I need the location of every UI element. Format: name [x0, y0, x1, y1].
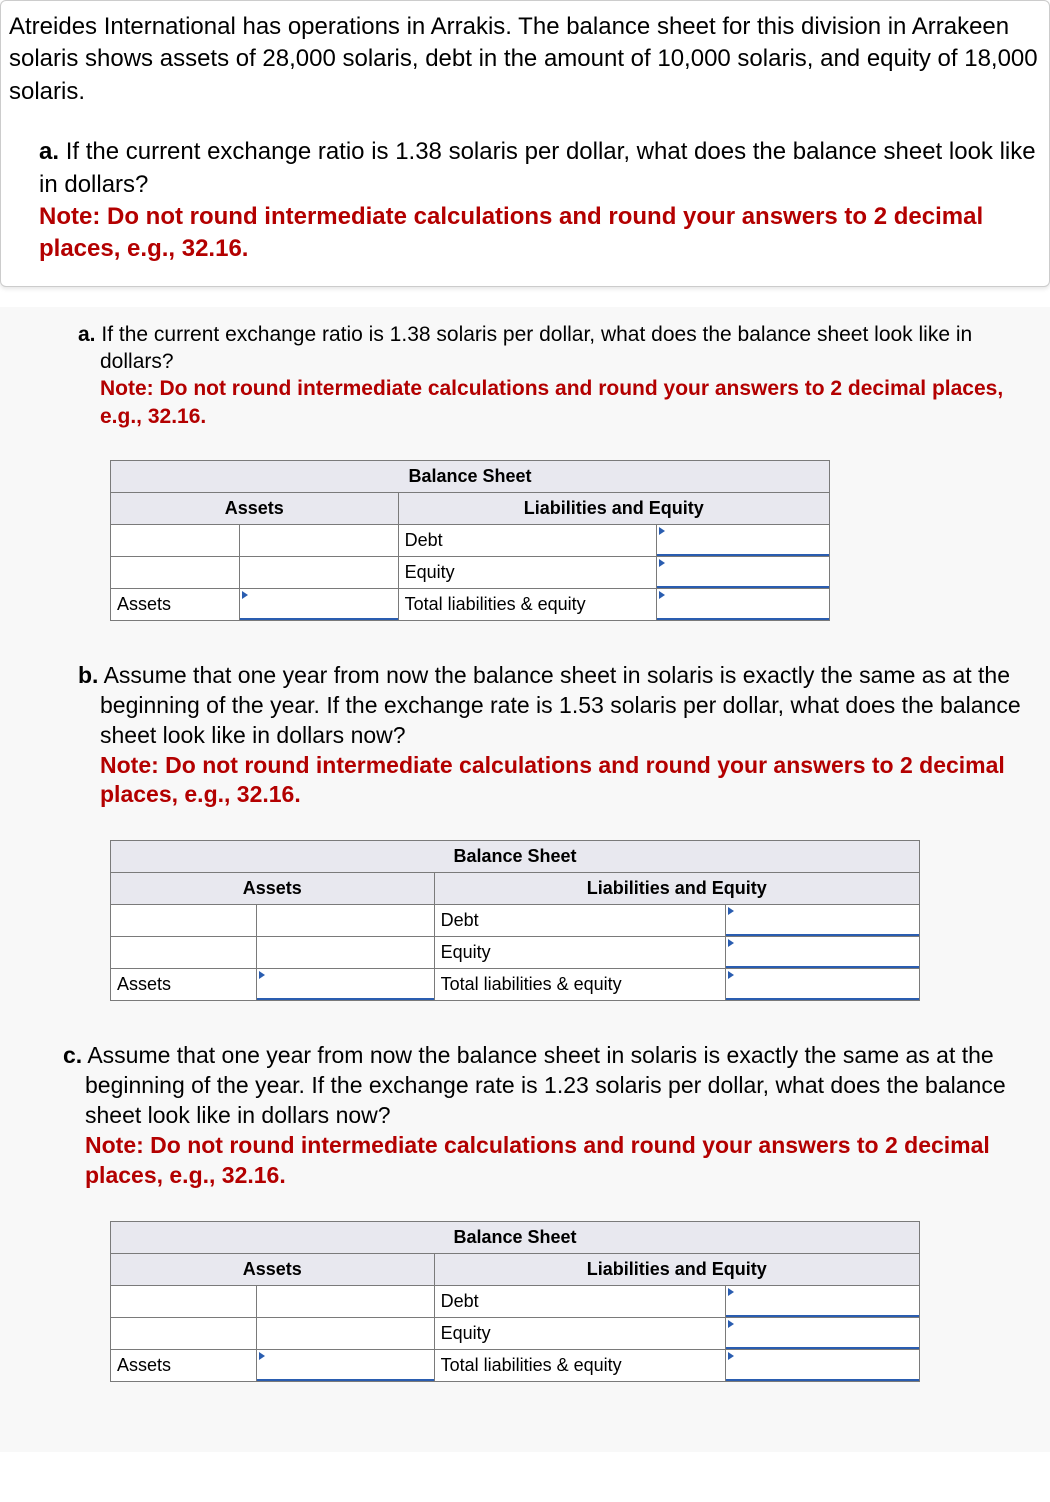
assets-input-c[interactable]	[256, 1349, 434, 1381]
subquestion-c: c. Assume that one year from now the bal…	[10, 1041, 1040, 1190]
total-input-a[interactable]	[657, 588, 830, 620]
table-row: Equity	[111, 1317, 920, 1349]
balance-sheet-table-c: Balance Sheet Assets Liabilities and Equ…	[110, 1221, 920, 1382]
table-row: Debt	[111, 1285, 920, 1317]
equity-label: Equity	[434, 1317, 725, 1349]
assets-row-label: Assets	[111, 969, 257, 1001]
answer-section: a. If the current exchange ratio is 1.38…	[0, 307, 1050, 1452]
question-note: Note: Do not round intermediate calculat…	[100, 377, 1003, 427]
total-label: Total liabilities & equity	[434, 1349, 725, 1381]
empty-cell	[256, 1317, 434, 1349]
liabilities-header: Liabilities and Equity	[398, 492, 829, 524]
empty-cell	[111, 1317, 257, 1349]
question-note: Note: Do not round intermediate calculat…	[39, 203, 983, 262]
table-row: Debt	[111, 905, 920, 937]
empty-cell	[111, 556, 240, 588]
top-question-a: a. If the current exchange ratio is 1.38…	[9, 136, 1041, 266]
balance-sheet-a-wrap: Balance Sheet Assets Liabilities and Equ…	[10, 460, 1040, 621]
equity-label: Equity	[398, 556, 657, 588]
balance-sheet-b-wrap: Balance Sheet Assets Liabilities and Equ…	[10, 840, 1040, 1001]
empty-cell	[240, 524, 398, 556]
subquestion-b: b. Assume that one year from now the bal…	[10, 661, 1040, 810]
equity-input-a[interactable]	[657, 556, 830, 588]
question-letter: b.	[78, 662, 98, 688]
empty-cell	[256, 905, 434, 937]
empty-cell	[256, 937, 434, 969]
question-text: If the current exchange ratio is 1.38 so…	[100, 323, 972, 373]
intro-paragraph: Atreides International has operations in…	[9, 11, 1041, 108]
debt-label: Debt	[398, 524, 657, 556]
question-text: Assume that one year from now the balanc…	[100, 662, 1021, 748]
debt-input-b[interactable]	[725, 905, 919, 937]
balance-sheet-table-a: Balance Sheet Assets Liabilities and Equ…	[110, 460, 830, 621]
total-label: Total liabilities & equity	[398, 588, 657, 620]
table-title: Balance Sheet	[111, 1221, 920, 1253]
equity-label: Equity	[434, 937, 725, 969]
table-row: Assets Total liabilities & equity	[111, 969, 920, 1001]
liabilities-header: Liabilities and Equity	[434, 873, 919, 905]
assets-row-label: Assets	[111, 588, 240, 620]
question-letter: c.	[63, 1042, 82, 1068]
equity-input-b[interactable]	[725, 937, 919, 969]
table-title: Balance Sheet	[111, 460, 830, 492]
liabilities-header: Liabilities and Equity	[434, 1253, 919, 1285]
empty-cell	[111, 1285, 257, 1317]
empty-cell	[111, 905, 257, 937]
total-input-c[interactable]	[725, 1349, 919, 1381]
assets-row-label: Assets	[111, 1349, 257, 1381]
assets-header: Assets	[111, 873, 435, 905]
total-label: Total liabilities & equity	[434, 969, 725, 1001]
question-note: Note: Do not round intermediate calculat…	[100, 752, 1005, 808]
balance-sheet-table-b: Balance Sheet Assets Liabilities and Equ…	[110, 840, 920, 1001]
balance-sheet-c-wrap: Balance Sheet Assets Liabilities and Equ…	[10, 1221, 1040, 1382]
empty-cell	[111, 524, 240, 556]
debt-input-c[interactable]	[725, 1285, 919, 1317]
debt-label: Debt	[434, 905, 725, 937]
table-row: Assets Total liabilities & equity	[111, 588, 830, 620]
debt-input-a[interactable]	[657, 524, 830, 556]
empty-cell	[111, 937, 257, 969]
question-text: If the current exchange ratio is 1.38 so…	[39, 138, 1036, 197]
assets-header: Assets	[111, 1253, 435, 1285]
empty-cell	[256, 1285, 434, 1317]
empty-cell	[240, 556, 398, 588]
question-letter: a.	[39, 138, 59, 165]
assets-input-a[interactable]	[240, 588, 398, 620]
table-row: Assets Total liabilities & equity	[111, 1349, 920, 1381]
question-letter: a.	[78, 323, 96, 346]
table-row: Equity	[111, 556, 830, 588]
table-row: Equity	[111, 937, 920, 969]
question-text: Assume that one year from now the balanc…	[85, 1042, 1006, 1128]
question-note: Note: Do not round intermediate calculat…	[85, 1132, 990, 1188]
table-title: Balance Sheet	[111, 841, 920, 873]
equity-input-c[interactable]	[725, 1317, 919, 1349]
assets-header: Assets	[111, 492, 399, 524]
total-input-b[interactable]	[725, 969, 919, 1001]
debt-label: Debt	[434, 1285, 725, 1317]
assets-input-b[interactable]	[256, 969, 434, 1001]
problem-statement-card: Atreides International has operations in…	[0, 0, 1050, 287]
subquestion-a: a. If the current exchange ratio is 1.38…	[10, 321, 1040, 430]
table-row: Debt	[111, 524, 830, 556]
